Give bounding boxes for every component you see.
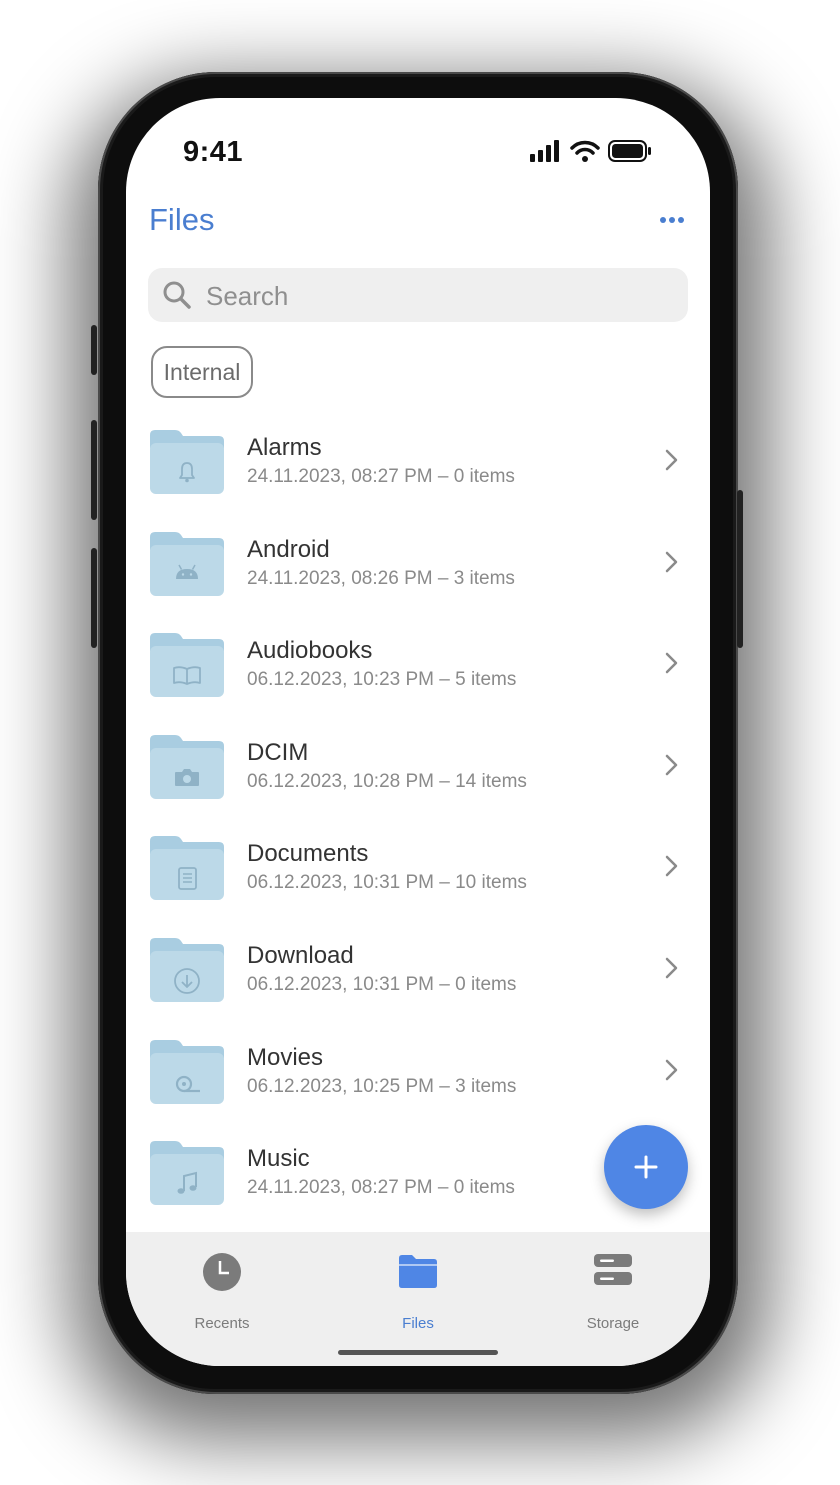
folder-meta: 24.11.2023, 08:26 PM – 3 items xyxy=(247,567,515,589)
chevron-right-icon xyxy=(665,957,678,979)
folder-row[interactable]: Movies 06.12.2023, 10:25 PM – 3 items xyxy=(126,1038,710,1140)
folder-icon xyxy=(150,430,224,494)
chevron-right-icon xyxy=(665,754,678,776)
tab-recents[interactable]: Recents xyxy=(152,1252,292,1332)
folder-meta: 24.11.2023, 08:27 PM – 0 items xyxy=(247,466,515,487)
folder-name: Audiobooks xyxy=(247,637,373,665)
tab-label: Recents xyxy=(194,1315,250,1332)
tab-bar: Recents Files Storage xyxy=(126,1232,710,1366)
folder-meta: 06.12.2023, 10:23 PM – 5 items xyxy=(247,669,517,691)
folder-name: Android xyxy=(247,535,330,563)
power-button xyxy=(737,490,743,648)
folder-name: Movies xyxy=(247,1043,324,1071)
wifi-icon xyxy=(570,140,600,162)
folder-name: DCIM xyxy=(247,738,309,766)
folder-icon xyxy=(150,938,224,1002)
folder-row[interactable]: Audiobooks 06.12.2023, 10:23 PM – 5 items xyxy=(126,631,710,733)
folder-meta: 06.12.2023, 10:31 PM – 10 items xyxy=(247,872,527,894)
folder-meta: 06.12.2023, 10:31 PM – 0 items xyxy=(247,974,517,995)
folder-row[interactable]: Android 24.11.2023, 08:26 PM – 3 items xyxy=(126,530,710,632)
filter-chip-internal[interactable]: Internal xyxy=(151,346,253,398)
home-indicator[interactable] xyxy=(338,1350,498,1355)
folder-name: Download xyxy=(247,942,354,969)
chevron-right-icon xyxy=(665,1059,678,1080)
folder-icon xyxy=(150,531,224,596)
folder-name: Music xyxy=(247,1145,310,1173)
volume-down-button xyxy=(91,548,97,648)
tab-label: Files xyxy=(402,1315,434,1332)
folder-name: Alarms xyxy=(247,434,322,461)
chevron-right-icon xyxy=(665,551,678,572)
battery-icon xyxy=(608,140,651,162)
phone-screen: 9:41 Files Search Internal Alarms 24.11.… xyxy=(126,98,710,1366)
chevron-right-icon xyxy=(665,449,678,471)
folder-icon xyxy=(150,734,224,799)
folder-icon xyxy=(399,1255,437,1288)
status-icons xyxy=(530,139,652,163)
folder-row[interactable]: Alarms 24.11.2023, 08:27 PM – 0 items xyxy=(126,428,710,530)
add-button[interactable] xyxy=(604,1125,688,1209)
mute-switch xyxy=(91,325,97,375)
tab-label: Storage xyxy=(586,1315,640,1332)
volume-up-button xyxy=(91,420,97,520)
folder-icon xyxy=(150,1039,224,1104)
chevron-right-icon xyxy=(665,856,678,877)
storage-icon xyxy=(594,1254,632,1285)
folder-row[interactable]: DCIM 06.12.2023, 10:28 PM – 14 items xyxy=(126,733,710,835)
cellular-signal-icon xyxy=(530,140,559,162)
search-input[interactable]: Search xyxy=(148,268,688,322)
folder-icon xyxy=(150,836,224,901)
tab-files[interactable]: Files xyxy=(348,1252,488,1332)
page-title: Files xyxy=(149,202,215,237)
plus-icon xyxy=(634,1155,658,1179)
folder-row[interactable]: Download 06.12.2023, 10:31 PM – 0 items xyxy=(126,936,710,1038)
tab-storage[interactable]: Storage xyxy=(543,1252,683,1332)
chevron-right-icon xyxy=(665,652,678,674)
folder-row[interactable]: Documents 06.12.2023, 10:31 PM – 10 items xyxy=(126,834,710,936)
folder-name: Documents xyxy=(247,840,369,868)
more-horizontal-icon[interactable] xyxy=(658,206,686,234)
folder-meta: 06.12.2023, 10:25 PM – 3 items xyxy=(247,1075,517,1097)
folder-icon xyxy=(150,633,224,698)
search-icon xyxy=(163,281,191,309)
clock-icon xyxy=(203,1253,241,1291)
status-time: 9:41 xyxy=(183,136,244,168)
folder-icon xyxy=(150,1141,224,1206)
folder-meta: 24.11.2023, 08:27 PM – 0 items xyxy=(247,1177,515,1199)
folder-meta: 06.12.2023, 10:28 PM – 14 items xyxy=(247,770,527,792)
search-placeholder: Search xyxy=(206,281,289,311)
